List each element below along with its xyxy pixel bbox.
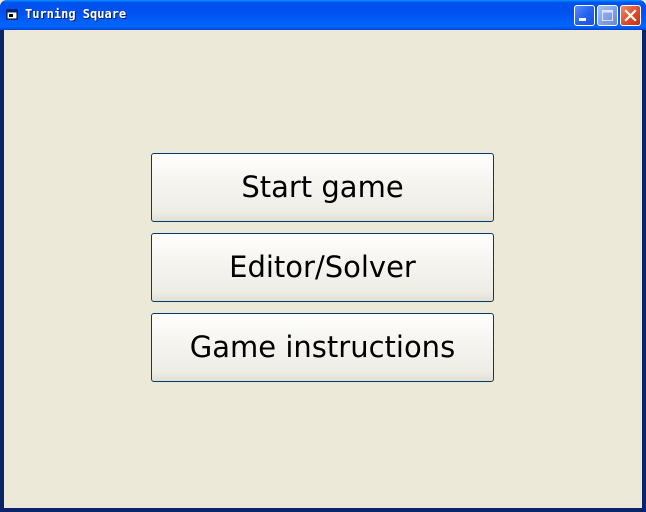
app-window-icon bbox=[6, 8, 19, 21]
game-instructions-button[interactable]: Game instructions bbox=[151, 313, 494, 382]
maximize-button[interactable] bbox=[597, 5, 618, 26]
minimize-button[interactable] bbox=[574, 5, 595, 26]
close-icon bbox=[624, 9, 637, 22]
minimize-icon bbox=[579, 18, 586, 21]
app-window: Turning Square Start game Editor/Solver … bbox=[0, 0, 646, 512]
start-game-button[interactable]: Start game bbox=[151, 153, 494, 222]
editor-solver-button[interactable]: Editor/Solver bbox=[151, 233, 494, 302]
title-bar[interactable]: Turning Square bbox=[0, 0, 646, 30]
close-button[interactable] bbox=[620, 5, 641, 26]
window-title: Turning Square bbox=[25, 7, 127, 21]
maximize-icon bbox=[602, 10, 613, 21]
window-client-area: Start game Editor/Solver Game instructio… bbox=[4, 30, 642, 508]
